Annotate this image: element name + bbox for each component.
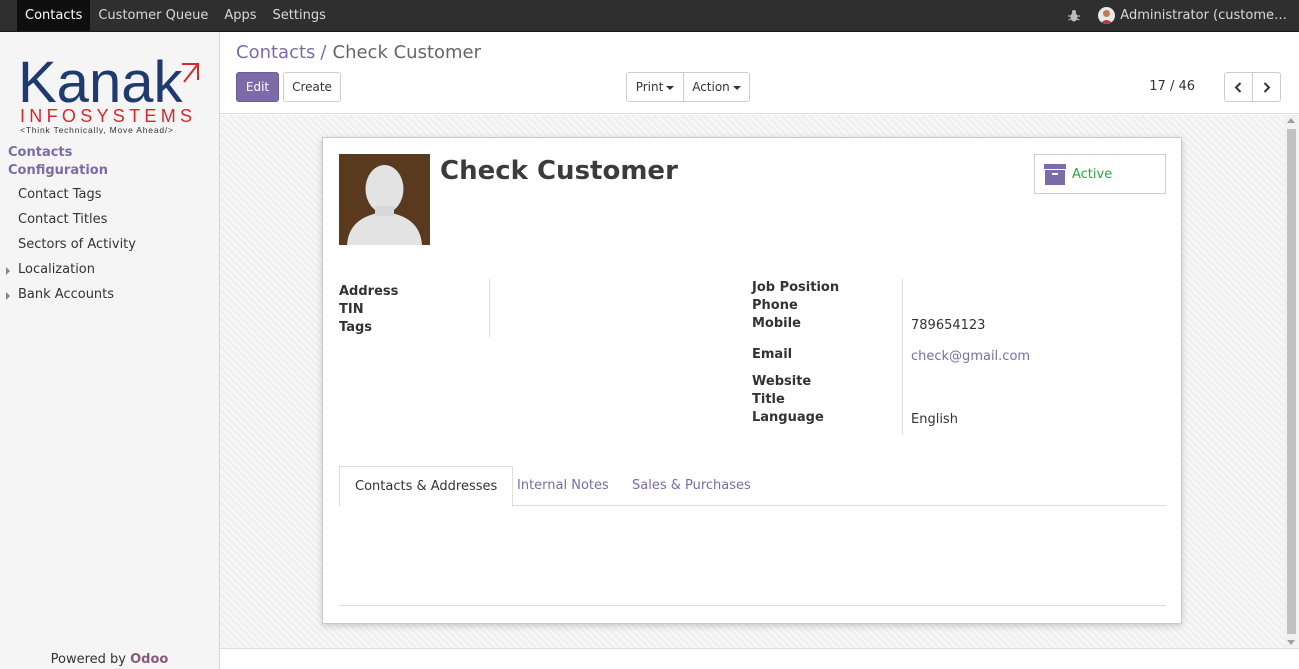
svg-text:INFOSYSTEMS: INFOSYSTEMS [20,106,196,126]
divider [902,279,903,435]
website-label: Website [752,374,812,389]
mobile-value: 789654123 [911,318,986,333]
title-label: Title [752,392,785,407]
sidebar-item-bank-accounts[interactable]: Bank Accounts [6,284,237,306]
pager-value[interactable]: 17 / 46 [1149,79,1195,94]
caret-down-icon [732,85,741,90]
breadcrumb-parent[interactable]: Contacts [236,42,315,63]
active-toggle-button[interactable]: Active [1034,154,1166,194]
user-silhouette-icon [339,154,430,245]
caret-right-icon [6,267,10,275]
edit-button[interactable]: Edit [236,72,279,102]
menu-settings[interactable]: Settings [265,0,334,31]
mobile-label: Mobile [752,316,801,331]
create-button[interactable]: Create [283,72,341,102]
sidebar-item-contact-tags[interactable]: Contact Tags [18,184,237,206]
action-dropdown[interactable]: Action [683,72,750,102]
menu-apps[interactable]: Apps [216,0,264,31]
tags-label: Tags [339,320,373,335]
next-button[interactable] [1252,72,1281,102]
notebook-tabs: Contacts & Addresses Internal Notes Sale… [339,466,1166,507]
scrollbar-thumb[interactable] [1287,129,1296,634]
main-menu: Contacts Customer Queue Apps Settings [17,0,334,31]
company-logo: Kanak INFOSYSTEMS <Think Technically, Mo… [18,50,199,134]
menu-customer-queue[interactable]: Customer Queue [90,0,216,31]
tab-sales-purchases[interactable]: Sales & Purchases [617,466,766,506]
control-panel: Contacts / Check Customer Edit Create Prin… [220,32,1299,114]
chevron-right-icon [1263,82,1271,93]
tab-internal-notes[interactable]: Internal Notes [502,466,624,506]
previous-button[interactable] [1224,72,1253,102]
divider [489,279,490,337]
powered-by: Powered by Odoo [0,652,219,667]
breadcrumb-current: Check Customer [332,42,482,63]
scroll-up-icon[interactable] [1287,118,1295,123]
record-name: Check Customer [440,156,678,186]
email-link[interactable]: check@gmail.com [911,349,1030,364]
user-area: Administrator (custome… [1067,0,1287,31]
user-avatar[interactable] [1098,7,1116,24]
print-dropdown[interactable]: Print [626,72,684,102]
job-position-label: Job Position [752,280,840,295]
menu-contacts[interactable]: Contacts [17,0,91,31]
top-navbar: Contacts Customer Queue Apps Settings Ad… [0,0,1299,32]
tin-label: TIN [339,302,364,317]
tab-contacts-addresses[interactable]: Contacts & Addresses [339,466,514,507]
address-label: Address [339,284,399,299]
sidebar-header-configuration[interactable]: Configuration [8,160,227,182]
sidebar-item-localization[interactable]: Localization [6,259,237,281]
phone-label: Phone [752,298,798,313]
sidebar-item-label: Localization [18,262,95,277]
contact-avatar[interactable] [339,154,430,245]
scroll-down-icon[interactable] [1287,640,1295,645]
sidebar-item-contact-titles[interactable]: Contact Titles [18,209,237,231]
chevron-left-icon [1234,82,1242,93]
caret-down-icon [666,85,675,90]
action-label: Action [692,80,730,94]
language-value: English [911,412,958,427]
vertical-scrollbar[interactable] [1284,115,1299,648]
active-label: Active [1072,167,1113,182]
language-label: Language [752,410,824,425]
email-label: Email [752,347,793,362]
caret-right-icon [6,292,10,300]
odoo-link[interactable]: Odoo [130,652,168,667]
archive-icon [1044,164,1066,185]
print-label: Print [635,80,664,94]
powered-by-text: Powered by [50,652,126,667]
form-sheet: Check Customer Active Address TIN Tags J… [322,137,1182,624]
sidebar-item-sectors[interactable]: Sectors of Activity [18,234,237,256]
bug-icon[interactable] [1067,9,1081,23]
user-menu[interactable]: Administrator (custome… [1120,8,1287,23]
sidebar: Kanak INFOSYSTEMS <Think Technically, Mo… [0,32,220,669]
sidebar-item-label: Bank Accounts [18,287,115,302]
breadcrumb-separator: / [320,42,327,63]
breadcrumb: Contacts / Check Customer [236,42,481,63]
bottom-strip [220,648,1299,669]
svg-text:<Think Technically, Move Ahead: <Think Technically, Move Ahead/> [20,125,174,134]
form-view: Check Customer Active Address TIN Tags J… [220,115,1284,648]
tab-content-separator [339,605,1166,606]
